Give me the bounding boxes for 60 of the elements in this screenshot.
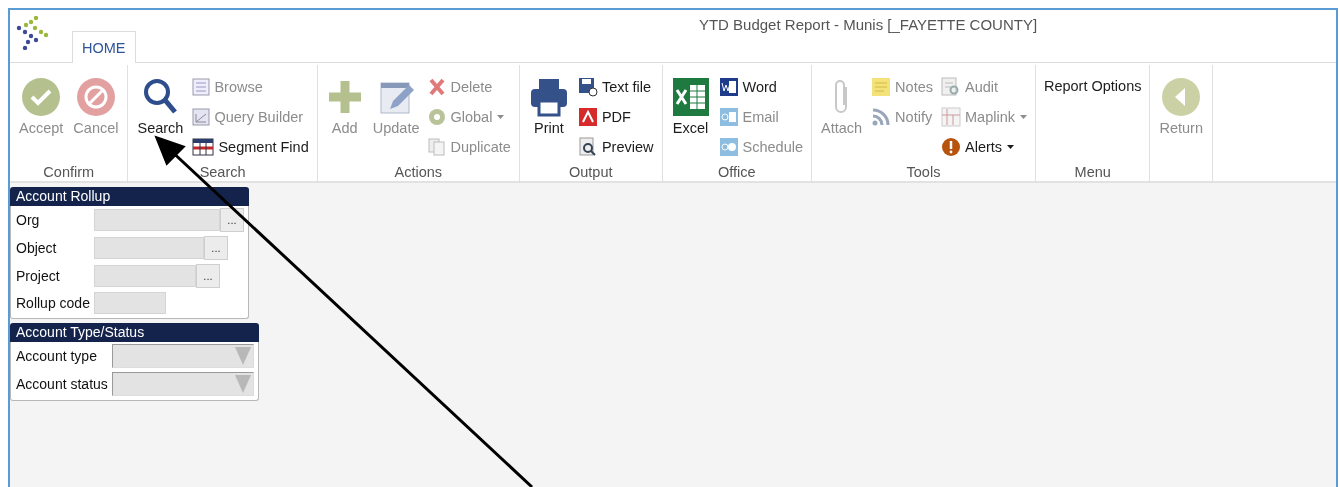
dropdown-field[interactable] bbox=[111, 372, 254, 396]
audit-icon bbox=[941, 77, 961, 97]
group-label: Output bbox=[567, 163, 614, 182]
dropdown-field[interactable] bbox=[111, 344, 254, 368]
ribbon-button[interactable]: Print bbox=[525, 73, 572, 139]
ribbon-button[interactable]: Text file bbox=[575, 73, 656, 101]
disc-icon bbox=[428, 108, 447, 126]
group-label: Menu bbox=[1073, 163, 1112, 182]
note-icon bbox=[871, 77, 892, 97]
ribbon-button[interactable]: Word bbox=[716, 73, 805, 101]
input-field[interactable] bbox=[93, 265, 196, 287]
panel-title: Account Type/Status bbox=[10, 323, 259, 342]
lookup-button[interactable]: ... bbox=[203, 236, 228, 260]
lookup-button[interactable]: ... bbox=[195, 264, 220, 288]
ribbon-button[interactable]: Segment Find bbox=[190, 133, 311, 161]
menu-button[interactable]: Report Options bbox=[1041, 73, 1144, 99]
list-icon bbox=[192, 78, 211, 96]
ribbon-tab[interactable]: HOME bbox=[72, 31, 136, 63]
group-label: Actions bbox=[393, 163, 444, 182]
map-icon bbox=[941, 107, 961, 127]
x-icon bbox=[428, 78, 447, 96]
pdf-icon bbox=[577, 107, 598, 127]
group-label: Confirm bbox=[42, 163, 96, 182]
field-label: Object bbox=[16, 240, 58, 256]
preview-icon bbox=[577, 137, 598, 157]
group-label: Office bbox=[716, 163, 757, 182]
check-icon bbox=[21, 77, 62, 117]
field-label: Rollup code bbox=[16, 295, 90, 311]
alert-icon bbox=[941, 137, 961, 157]
spreadsheet-icon bbox=[671, 77, 710, 117]
field-label: Account status bbox=[16, 376, 108, 392]
mail-icon bbox=[718, 107, 739, 127]
printer-icon bbox=[528, 77, 569, 117]
field-label: Org bbox=[16, 212, 41, 228]
input-field[interactable] bbox=[93, 292, 166, 314]
ribbon-button[interactable]: Excel bbox=[668, 73, 713, 139]
dropdown-arrow-icon bbox=[234, 375, 251, 393]
input-field[interactable] bbox=[93, 237, 204, 259]
floppy-icon bbox=[577, 77, 598, 97]
logo-icon bbox=[16, 16, 50, 50]
copy-icon bbox=[428, 138, 447, 156]
ribbon-button[interactable]: Alerts bbox=[939, 133, 1029, 161]
table-icon bbox=[192, 138, 215, 156]
group-label: Search bbox=[198, 163, 247, 182]
group-label: Tools bbox=[905, 163, 942, 182]
ribbon-button[interactable]: Preview bbox=[575, 133, 656, 161]
ribbon-button[interactable]: PDF bbox=[575, 103, 656, 131]
field-label: Account type bbox=[16, 348, 98, 364]
ribbon-button[interactable]: Search bbox=[134, 73, 187, 139]
mail-icon bbox=[718, 137, 739, 157]
panel-title: Account Rollup bbox=[10, 187, 249, 206]
input-field[interactable] bbox=[93, 209, 220, 231]
window-title: YTD Budget Report - Munis [_FAYETTE COUNTY] bbox=[697, 16, 1039, 33]
grid-icon bbox=[192, 108, 211, 126]
feed-icon bbox=[871, 107, 892, 127]
dropdown-arrow-icon bbox=[234, 347, 251, 365]
document-icon bbox=[718, 77, 739, 97]
cancel-icon bbox=[75, 77, 116, 117]
field-label: Project bbox=[16, 268, 61, 284]
back-icon bbox=[1161, 77, 1202, 117]
